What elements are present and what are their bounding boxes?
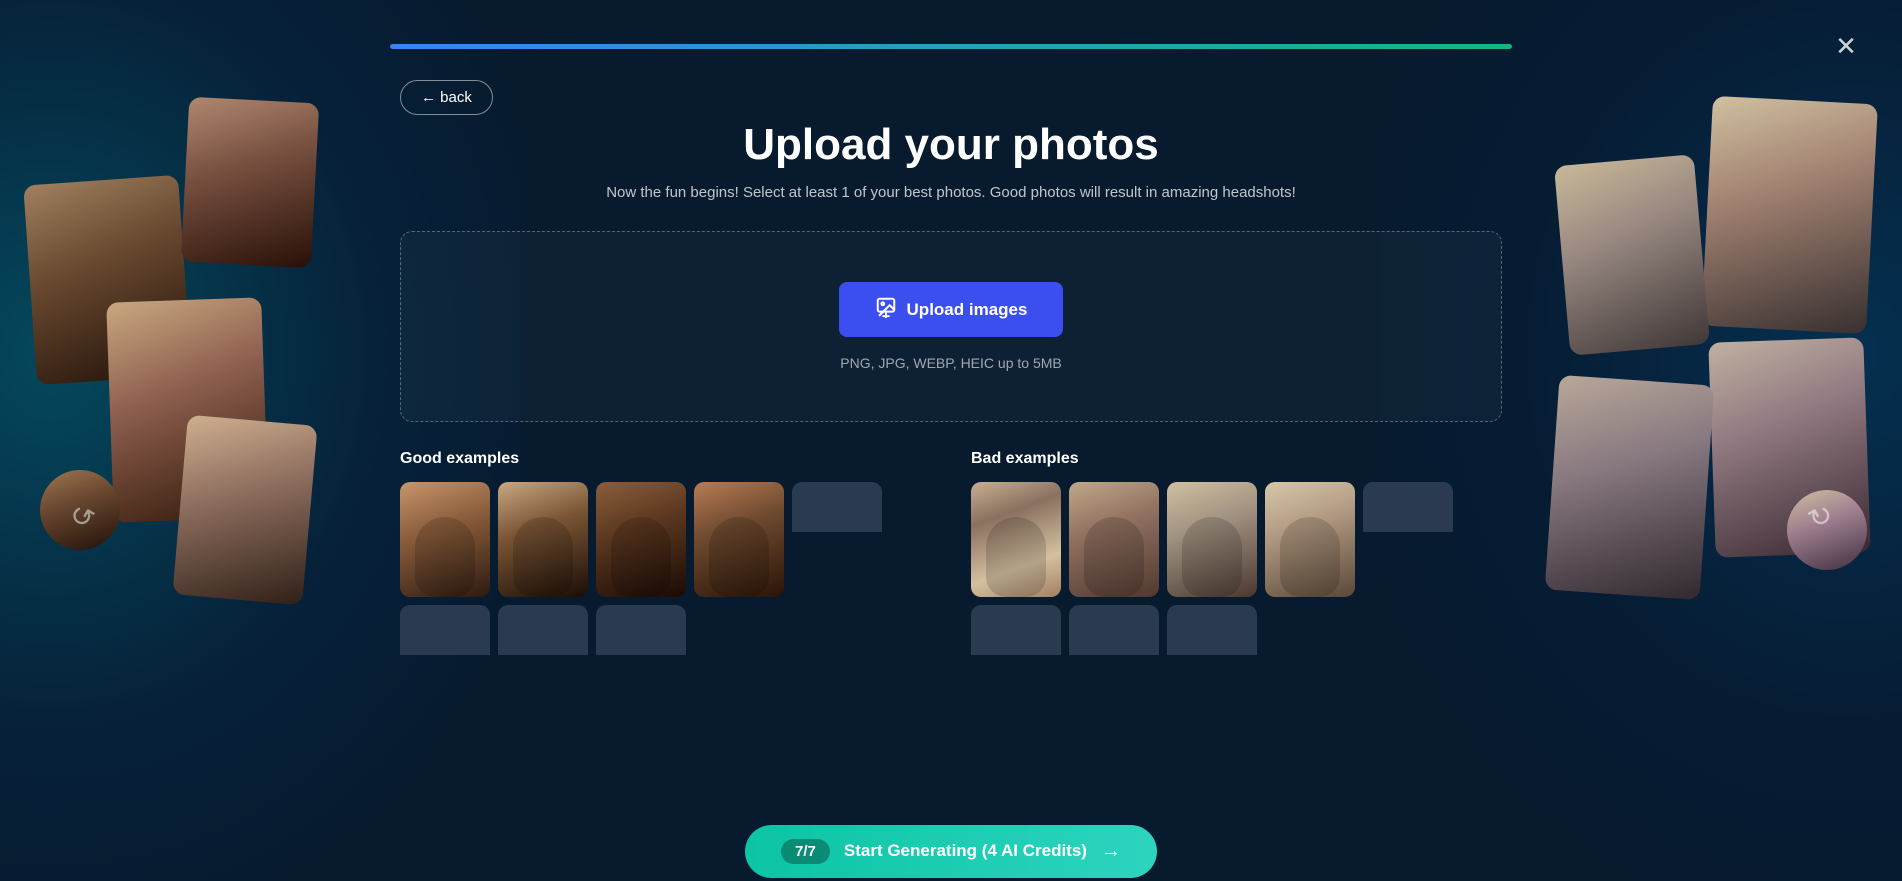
close-button[interactable]: ✕: [1828, 28, 1864, 64]
bottom-bar: 7/7 Start Generating (4 AI Credits) →: [0, 821, 1902, 881]
deco-photo-right-3: [1708, 337, 1870, 557]
arrow-right-icon: →: [1101, 840, 1121, 863]
page-title: Upload your photos: [743, 120, 1159, 170]
deco-photo-right-1: [1701, 96, 1878, 334]
good-examples-grid: [400, 482, 931, 655]
bad-example-1: [971, 482, 1061, 597]
progress-bar-container: [390, 44, 1512, 49]
good-example-4: [694, 482, 784, 597]
bad-example-3: [1167, 482, 1257, 597]
bad-examples-grid: [971, 482, 1502, 655]
page-subtitle: Now the fun begins! Select at least 1 of…: [606, 184, 1296, 201]
bad-examples-column: Bad examples: [971, 450, 1502, 655]
main-content: Upload your photos Now the fun begins! S…: [400, 60, 1502, 655]
good-example-3: [596, 482, 686, 597]
deco-photo-right-2: [1554, 154, 1710, 355]
good-example-7-partial: [498, 605, 588, 655]
bad-example-4: [1265, 482, 1355, 597]
decorative-photos-left: ↺: [20, 100, 380, 660]
deco-photo-left-3: [106, 297, 269, 522]
good-example-1: [400, 482, 490, 597]
deco-photo-left-4: [40, 470, 120, 550]
upload-images-button[interactable]: Upload images: [839, 282, 1064, 337]
bad-example-5-partial: [1363, 482, 1453, 532]
image-upload-icon: [875, 296, 897, 323]
progress-bar-fill: [390, 44, 1512, 49]
deco-photo-left-5: [172, 415, 317, 606]
upload-button-label: Upload images: [907, 300, 1028, 320]
bad-example-8-partial: [1167, 605, 1257, 655]
upload-hint: PNG, JPG, WEBP, HEIC up to 5MB: [840, 355, 1061, 371]
start-generating-button[interactable]: 7/7 Start Generating (4 AI Credits) →: [745, 825, 1157, 878]
bad-example-6-partial: [971, 605, 1061, 655]
credits-badge: 7/7: [781, 839, 830, 864]
deco-photo-left-1: [23, 175, 192, 385]
deco-photo-right-5: [1787, 490, 1867, 570]
good-examples-label: Good examples: [400, 450, 931, 468]
good-examples-column: Good examples: [400, 450, 931, 655]
bad-example-7-partial: [1069, 605, 1159, 655]
arrow-decoration-left: ↺: [63, 496, 100, 536]
decorative-photos-right: ↻: [1522, 100, 1882, 660]
upload-drop-zone[interactable]: Upload images PNG, JPG, WEBP, HEIC up to…: [400, 231, 1502, 422]
deco-photo-right-4: [1545, 375, 1715, 600]
good-example-8-partial: [596, 605, 686, 655]
bad-example-2: [1069, 482, 1159, 597]
arrow-decoration-right: ↻: [1802, 496, 1839, 536]
bad-examples-label: Bad examples: [971, 450, 1502, 468]
examples-section: Good examples: [400, 450, 1502, 655]
deco-photo-left-2: [181, 97, 319, 269]
start-generating-label: Start Generating (4 AI Credits): [844, 841, 1087, 861]
good-example-6-partial: [400, 605, 490, 655]
good-example-2: [498, 482, 588, 597]
good-example-5-partial: [792, 482, 882, 532]
